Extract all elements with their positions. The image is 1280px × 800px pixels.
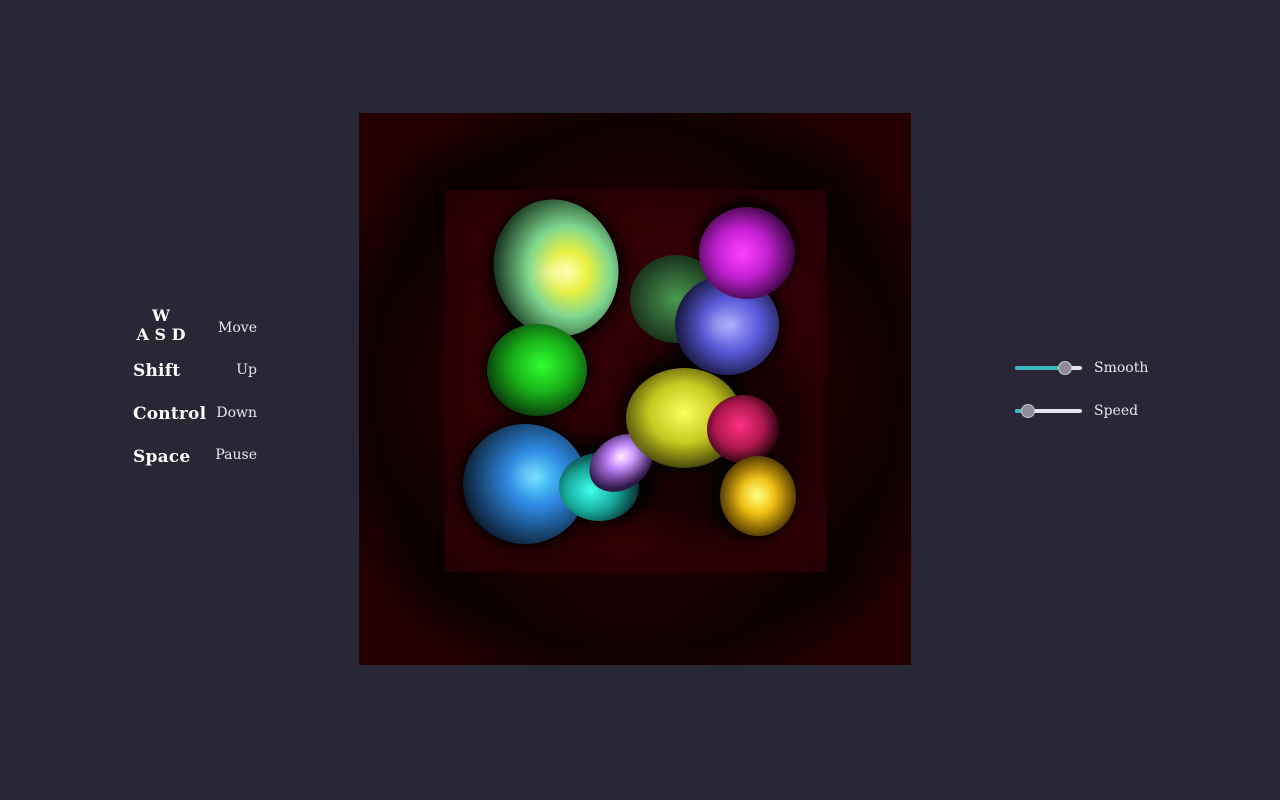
page: W A S D Move Shift Up Control Down Space… bbox=[0, 0, 1280, 800]
smooth-slider-label: Smooth bbox=[1094, 360, 1149, 376]
key-wasd: W A S D bbox=[133, 306, 189, 344]
smooth-slider-thumb[interactable] bbox=[1058, 361, 1072, 375]
key-shift: Shift bbox=[133, 361, 181, 381]
key-control: Control bbox=[133, 404, 207, 424]
smooth-slider[interactable]: Smooth bbox=[1015, 358, 1155, 378]
legend-row-up: Shift Up bbox=[133, 361, 257, 385]
key-space: Space bbox=[133, 447, 191, 467]
render-canvas[interactable] bbox=[359, 113, 911, 665]
speed-slider-label: Speed bbox=[1094, 403, 1139, 419]
key-w: W bbox=[152, 306, 170, 325]
metaball-scene bbox=[359, 113, 911, 665]
metaball-green bbox=[487, 324, 587, 416]
key-asd: A S D bbox=[136, 325, 186, 344]
speed-slider[interactable]: Speed bbox=[1015, 401, 1155, 421]
legend-row-pause: Space Pause bbox=[133, 447, 257, 471]
speed-slider-thumb[interactable] bbox=[1021, 404, 1035, 418]
metaball-pink bbox=[707, 395, 779, 463]
legend-row-down: Control Down bbox=[133, 404, 257, 428]
action-pause: Pause bbox=[215, 447, 257, 463]
metaball-magenta bbox=[699, 207, 795, 299]
action-up: Up bbox=[236, 362, 257, 378]
action-move: Move bbox=[218, 320, 257, 336]
legend-row-move: W A S D Move bbox=[133, 306, 258, 346]
action-down: Down bbox=[216, 405, 257, 421]
